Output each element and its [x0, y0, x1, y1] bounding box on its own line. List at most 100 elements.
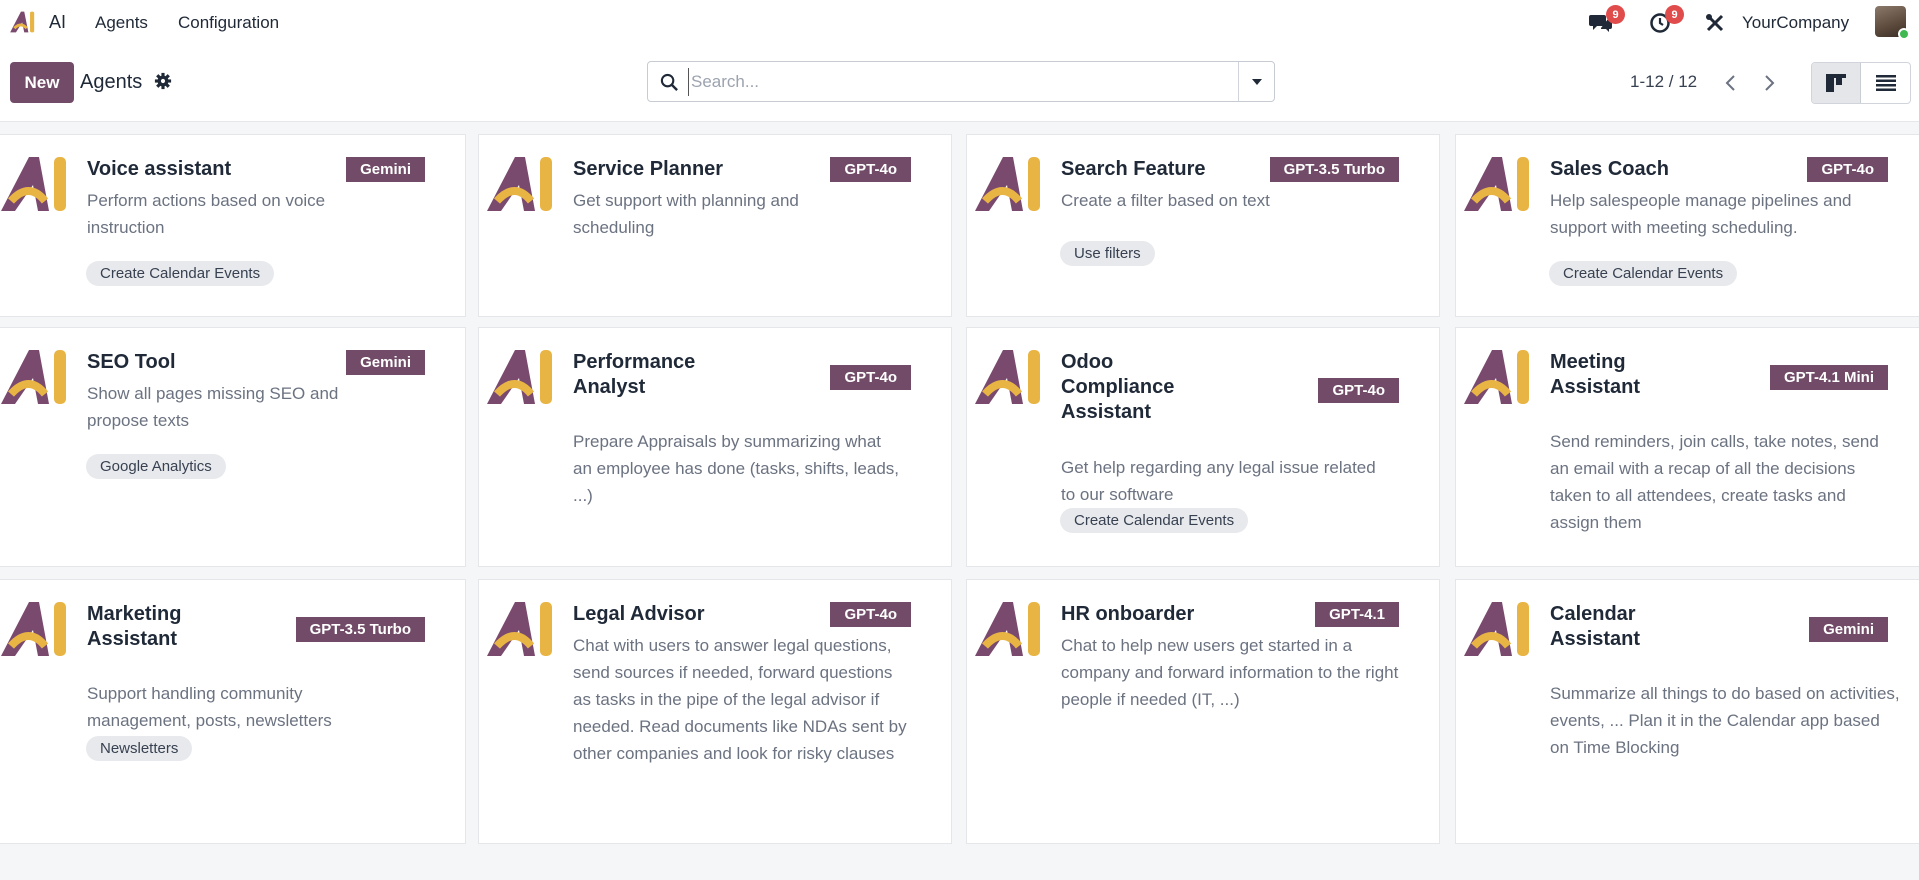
list-view-button[interactable]	[1861, 63, 1910, 103]
agent-card[interactable]: Calendar Assistant Gemini Summarize all th…	[1455, 579, 1919, 844]
caret-down-icon	[1252, 78, 1262, 85]
agent-card[interactable]: Legal Advisor GPT-4o Chat with users to an…	[478, 579, 952, 844]
kanban-icon	[1826, 74, 1846, 92]
agent-description: Send reminders, join calls, take notes, …	[1550, 432, 1879, 532]
llm-model-badge: GPT-4.1	[1315, 602, 1399, 627]
ai-logo-icon	[1, 157, 66, 211]
agent-name: Marketing Assistant	[87, 603, 182, 650]
agent-tool-tag: Create Calendar Events	[1549, 261, 1738, 286]
ai-logo-icon	[487, 157, 552, 211]
kanban-view-button[interactable]	[1812, 63, 1862, 103]
agent-card[interactable]: Voice assistant Gemini Perform actions bas…	[0, 134, 466, 317]
view-switcher	[1811, 62, 1911, 104]
gear-icon[interactable]	[154, 72, 172, 90]
agent-description: Summarize all things to do based on acti…	[1550, 684, 1900, 757]
agent-name: Odoo Compliance Assistant	[1061, 351, 1175, 423]
agent-card[interactable]: Search Feature GPT-3.5 Turbo Create a filt…	[966, 134, 1440, 317]
ai-logo-icon	[487, 350, 552, 404]
chevron-left-icon	[1725, 74, 1735, 91]
company-switcher[interactable]: YourCompany	[1742, 13, 1849, 33]
search-bar	[647, 61, 1275, 102]
llm-model-badge: GPT-4o	[830, 602, 911, 627]
activities-badge: 9	[1665, 5, 1684, 24]
top-navbar: AI Agents Configuration 9 9 YourCompany	[0, 0, 1919, 46]
online-status-indicator	[1898, 28, 1910, 40]
agent-name: SEO Tool	[87, 351, 176, 373]
ai-app-logo-icon[interactable]	[8, 10, 38, 34]
user-avatar[interactable]	[1875, 6, 1910, 40]
agent-description: Prepare Appraisals by summarizing what a…	[573, 432, 900, 505]
agent-card[interactable]: Service Planner GPT-4o Get support with pl…	[478, 134, 952, 317]
menu-agents[interactable]: Agents	[95, 13, 148, 33]
ai-logo-icon	[975, 602, 1040, 656]
agent-name: Voice assistant	[87, 158, 232, 180]
agent-tool-tag: Use filters	[1060, 241, 1155, 266]
activities-button[interactable]: 9	[1647, 5, 1684, 36]
agent-description: Get support with planning and scheduling	[573, 191, 799, 237]
agent-description: Get help regarding any legal issue relat…	[1061, 458, 1376, 504]
llm-model-badge: GPT-4o	[1807, 157, 1888, 182]
search-options-toggle[interactable]	[1238, 62, 1275, 101]
llm-model-badge: GPT-3.5 Turbo	[295, 617, 425, 642]
agent-name: Legal Advisor	[573, 603, 705, 625]
llm-model-badge: GPT-4o	[1318, 378, 1399, 403]
ai-logo-icon	[1464, 157, 1529, 211]
agent-name: Calendar Assistant	[1550, 603, 1641, 650]
llm-model-badge: Gemini	[346, 157, 425, 182]
messages-button[interactable]: 9	[1588, 5, 1625, 36]
agent-name: Sales Coach	[1550, 158, 1669, 180]
llm-model-badge: GPT-3.5 Turbo	[1269, 157, 1399, 182]
agent-description: Show all pages missing SEO and propose t…	[87, 384, 339, 430]
chevron-right-icon	[1765, 74, 1775, 91]
new-button[interactable]: New	[10, 62, 74, 103]
agent-card[interactable]: Performance Analyst GPT-4o Prepare Apprais…	[478, 327, 952, 567]
agent-description: Perform actions based on voice instructi…	[87, 191, 326, 237]
debug-tools-button[interactable]	[1702, 10, 1728, 36]
search-icon	[660, 73, 678, 91]
agent-name: HR onboarder	[1061, 603, 1195, 625]
ai-logo-icon	[1, 602, 66, 656]
llm-model-badge: GPT-4o	[830, 157, 911, 182]
agent-description: Support handling community management, p…	[87, 684, 332, 730]
kanban-board: Voice assistant Gemini Perform actions bas…	[0, 134, 1919, 849]
tools-icon	[1706, 14, 1724, 32]
list-icon	[1875, 75, 1896, 91]
agent-description: Chat with users to answer legal question…	[573, 636, 907, 763]
agent-card[interactable]: Sales Coach GPT-4o Help salespeople manage…	[1455, 134, 1919, 317]
agent-description: Create a filter based on text	[1061, 191, 1270, 210]
messages-badge: 9	[1606, 5, 1625, 24]
agent-card[interactable]: Odoo Compliance Assistant GPT-4o Get help …	[966, 327, 1440, 567]
app-name[interactable]: AI	[49, 12, 66, 33]
menu-configuration[interactable]: Configuration	[178, 13, 279, 33]
agent-card[interactable]: SEO Tool Gemini Show all pages missing SEO…	[0, 327, 466, 567]
ai-logo-icon	[487, 602, 552, 656]
agent-name: Search Feature	[1061, 158, 1206, 180]
ai-logo-icon	[1464, 602, 1529, 656]
agent-card[interactable]: Marketing Assistant GPT-3.5 Turbo Support …	[0, 579, 466, 844]
llm-model-badge: Gemini	[346, 350, 425, 375]
agent-description: Help salespeople manage pipelines and su…	[1550, 191, 1852, 237]
agent-card[interactable]: HR onboarder GPT-4.1 Chat to help new user…	[966, 579, 1440, 844]
page-title: Agents	[80, 71, 143, 93]
ai-logo-icon	[975, 350, 1040, 404]
search-input[interactable]	[688, 68, 1218, 96]
agent-name: Performance Analyst	[573, 351, 696, 398]
pager-value[interactable]: 1-12 / 12	[1630, 72, 1697, 92]
agent-tool-tag: Create Calendar Events	[1060, 508, 1249, 533]
agent-tool-tag: Newsletters	[86, 736, 193, 761]
agent-card[interactable]: Meeting Assistant GPT-4.1 Mini Send remind…	[1455, 327, 1919, 567]
control-panel: New Agents 1-12 / 12	[0, 46, 1919, 122]
ai-logo-icon	[1464, 350, 1529, 404]
ai-logo-icon	[1, 350, 66, 404]
pager-next-button[interactable]	[1750, 62, 1790, 103]
llm-model-badge: GPT-4.1 Mini	[1769, 365, 1888, 390]
pager-previous-button[interactable]	[1710, 62, 1750, 103]
agent-tool-tag: Google Analytics	[86, 454, 226, 479]
agent-tool-tag: Create Calendar Events	[86, 261, 275, 286]
agent-name: Meeting Assistant	[1550, 351, 1641, 398]
llm-model-badge: Gemini	[1809, 617, 1888, 642]
llm-model-badge: GPT-4o	[830, 365, 911, 390]
agent-description: Chat to help new users get started in a …	[1061, 636, 1399, 709]
agent-name: Service Planner	[573, 158, 724, 180]
ai-logo-icon	[975, 157, 1040, 211]
